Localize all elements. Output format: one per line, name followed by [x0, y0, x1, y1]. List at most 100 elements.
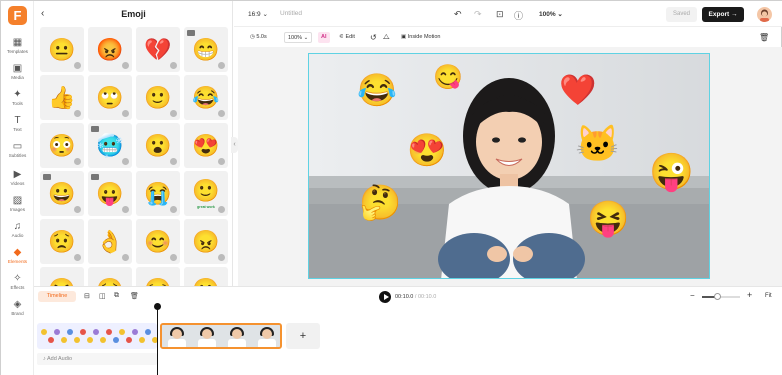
- tab-timeline[interactable]: Timeline: [38, 291, 76, 302]
- emoji-tile[interactable]: 🥶: [88, 123, 132, 168]
- trash-icon[interactable]: 🗑: [130, 292, 139, 300]
- trash-icon[interactable]: 🗑: [759, 32, 769, 43]
- sticker-emoji[interactable]: 🐱: [575, 126, 620, 162]
- sticker-emoji[interactable]: 😋: [433, 66, 463, 90]
- emoji-tile[interactable]: 😐: [40, 27, 84, 72]
- sidebar-item-subtitles[interactable]: ▭ Subtitles: [1, 141, 34, 167]
- emoji-tile[interactable]: 😮: [136, 123, 180, 168]
- avatar[interactable]: [757, 7, 772, 22]
- add-icon[interactable]: [122, 206, 129, 213]
- redo-icon[interactable]: ↷: [474, 9, 482, 20]
- duplicate-icon[interactable]: ⧉: [114, 292, 119, 300]
- emoji-tile[interactable]: 😊: [136, 219, 180, 264]
- project-name[interactable]: Untitled: [280, 10, 302, 17]
- playhead[interactable]: [154, 303, 161, 375]
- emoji-tile[interactable]: 😠: [184, 219, 228, 264]
- panel-collapse-handle[interactable]: ‹: [231, 137, 238, 153]
- emoji-tile[interactable]: 😏: [136, 267, 180, 286]
- flip-icon[interactable]: ⧍: [383, 32, 390, 43]
- sticker-emoji[interactable]: 😝: [587, 202, 629, 236]
- duration-control[interactable]: ◷ 5.0s: [250, 32, 267, 43]
- emoji-tile[interactable]: 😣: [88, 267, 132, 286]
- emoji-tile[interactable]: 😍: [184, 123, 228, 168]
- emoji-tile[interactable]: 😳: [40, 123, 84, 168]
- sidebar-item-text[interactable]: T Text: [1, 115, 34, 141]
- emoji-tile[interactable]: 🙂: [136, 75, 180, 120]
- add-icon[interactable]: [74, 206, 81, 213]
- emoji-tile[interactable]: 👍: [40, 75, 84, 120]
- add-icon[interactable]: [170, 206, 177, 213]
- add-icon[interactable]: [74, 110, 81, 117]
- aspect-ratio-select[interactable]: 16:9 ⌄: [248, 10, 268, 18]
- inside-motion-button[interactable]: ▣ Inside Motion: [401, 32, 440, 43]
- sidebar-item-brand[interactable]: ◈ Brand: [1, 299, 34, 325]
- help-icon[interactable]: ⓘ: [514, 9, 523, 22]
- add-icon[interactable]: [122, 158, 129, 165]
- sticker-emoji[interactable]: 😜: [649, 154, 694, 190]
- add-icon[interactable]: [218, 110, 225, 117]
- emoji-tile[interactable]: 😭: [136, 171, 180, 216]
- emoji-tile[interactable]: 🙁: [184, 267, 228, 286]
- sidebar-item-effects[interactable]: ✧ Effects: [1, 273, 34, 299]
- add-icon[interactable]: [122, 110, 129, 117]
- zoom-select[interactable]: 100% ⌄: [539, 10, 563, 18]
- app-logo[interactable]: F: [8, 6, 27, 25]
- emoji-tile[interactable]: 🙂 great work: [184, 171, 228, 216]
- emoji-glyph: 👍: [48, 84, 76, 110]
- emoji-tile[interactable]: 😀: [40, 171, 84, 216]
- add-icon[interactable]: [170, 158, 177, 165]
- edit-button[interactable]: ⚟ Edit: [339, 32, 355, 43]
- sidebar-item-images[interactable]: ▨ Images: [1, 195, 34, 221]
- emoji-tile[interactable]: 😡: [88, 27, 132, 72]
- split-icon[interactable]: ⊟: [84, 292, 90, 300]
- screenshot-icon[interactable]: ⊡: [496, 9, 504, 20]
- emoji-tile[interactable]: 😛: [88, 171, 132, 216]
- element-zoom-select[interactable]: 100% ⌄: [284, 32, 313, 43]
- sticker-emoji[interactable]: 😍: [407, 134, 447, 166]
- add-audio-button[interactable]: ♪ Add Audio: [37, 353, 157, 365]
- play-button[interactable]: [379, 291, 391, 303]
- add-icon[interactable]: [218, 206, 225, 213]
- ai-button[interactable]: AI: [318, 32, 330, 43]
- add-icon[interactable]: [170, 254, 177, 261]
- export-button[interactable]: Export →: [702, 7, 744, 22]
- saved-button[interactable]: Saved: [666, 7, 697, 22]
- zoom-out-icon[interactable]: −: [690, 291, 695, 300]
- add-icon[interactable]: [74, 62, 81, 69]
- emoji-tile[interactable]: 😟: [40, 219, 84, 264]
- video-track-clip[interactable]: [160, 323, 282, 349]
- sidebar-item-videos[interactable]: ▶ Videos: [1, 169, 34, 195]
- add-icon[interactable]: [74, 158, 81, 165]
- add-icon[interactable]: [170, 110, 177, 117]
- trim-icon[interactable]: ◫: [99, 292, 106, 300]
- add-icon[interactable]: [122, 62, 129, 69]
- emoji-tile[interactable]: 😁: [184, 27, 228, 72]
- sidebar-item-elements[interactable]: ◆ Elements: [1, 247, 34, 273]
- add-icon[interactable]: [74, 254, 81, 261]
- add-icon[interactable]: [122, 254, 129, 261]
- add-icon[interactable]: [170, 62, 177, 69]
- sidebar-item-templates[interactable]: ▦ Templates: [1, 37, 34, 63]
- add-icon[interactable]: [218, 254, 225, 261]
- emoji-tile[interactable]: 😆: [40, 267, 84, 286]
- sidebar-item-audio[interactable]: ♫ Audio: [1, 221, 34, 247]
- sticker-emoji[interactable]: 😂: [357, 74, 397, 106]
- add-clip-button[interactable]: +: [286, 323, 320, 349]
- zoom-in-icon[interactable]: +: [747, 290, 752, 300]
- add-icon[interactable]: [218, 62, 225, 69]
- add-icon[interactable]: [218, 158, 225, 165]
- video-stage[interactable]: 😂 😋 ❤️ 😍 🐱 😜 🤔 😝: [308, 53, 710, 279]
- sidebar-item-media[interactable]: ▣ Media: [1, 63, 34, 89]
- sidebar-item-tools[interactable]: ✦ Tools: [1, 89, 34, 115]
- emoji-tile[interactable]: 💔: [136, 27, 180, 72]
- emoji-tile[interactable]: 😂: [184, 75, 228, 120]
- sticker-track-clip[interactable]: [37, 323, 157, 349]
- undo-icon[interactable]: ↶: [454, 9, 462, 20]
- emoji-tile[interactable]: 👌: [88, 219, 132, 264]
- timeline-zoom-slider[interactable]: [702, 293, 740, 300]
- emoji-tile[interactable]: 🙄: [88, 75, 132, 120]
- rotate-icon[interactable]: ↺: [370, 32, 377, 43]
- fit-button[interactable]: Fit: [765, 293, 772, 299]
- sticker-emoji[interactable]: 🤔: [359, 186, 401, 220]
- sticker-emoji[interactable]: ❤️: [559, 76, 596, 106]
